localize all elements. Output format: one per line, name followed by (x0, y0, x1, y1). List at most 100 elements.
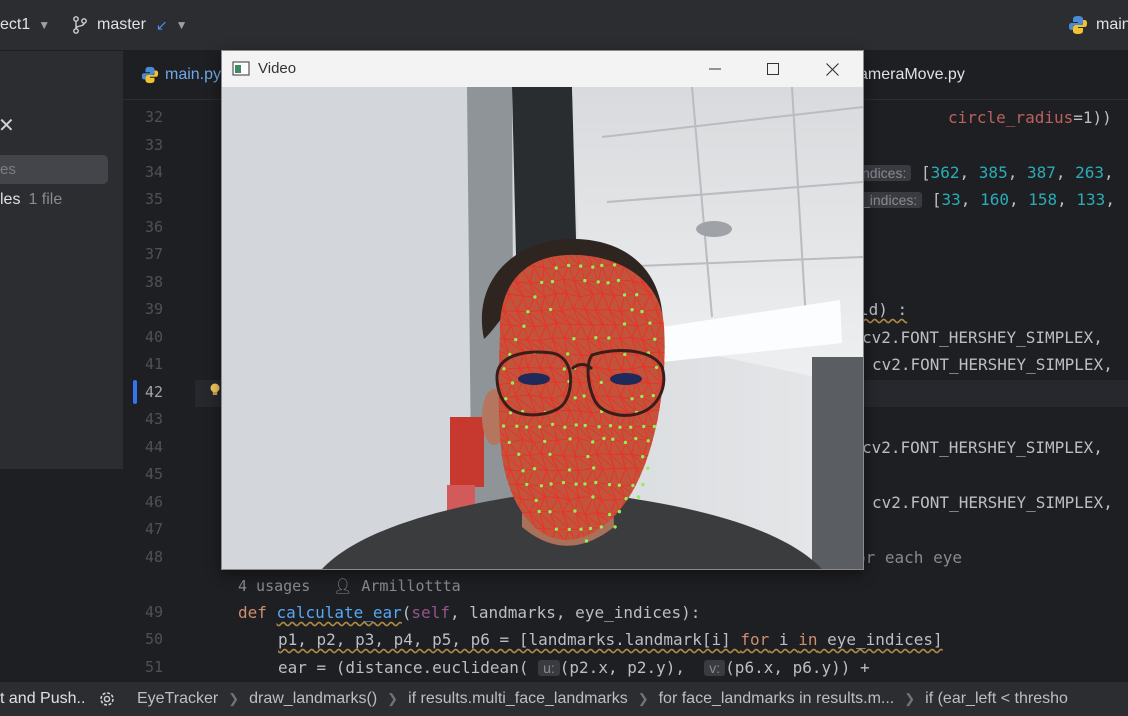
tab-cameramove-py[interactable]: ameraMove.py (859, 51, 965, 99)
user-icon: 👤︎ (333, 577, 353, 595)
landmark-point (606, 281, 610, 285)
files-label: les (0, 191, 21, 208)
line-number: 33 (144, 136, 163, 154)
tab-main-py[interactable]: main.py (141, 51, 221, 99)
landmark-point (567, 468, 572, 472)
landmark-point (631, 483, 635, 488)
landmark-point (640, 394, 644, 399)
code-line-41: cv2.FONT_HERSHEY_SIMPLEX, (872, 355, 1113, 374)
left-wall (222, 87, 467, 569)
landmark-point (521, 469, 525, 473)
code-line-40: cv2.FONT_HERSHEY_SIMPLEX, (862, 328, 1103, 347)
landmark-point (573, 509, 577, 513)
landmark-point (583, 278, 587, 283)
title-bar: ect1 ▼ master ↙ ▼ main (0, 0, 1128, 51)
collapse-icon[interactable]: ✕ (0, 113, 15, 138)
close-button[interactable] (803, 51, 861, 87)
landmark-point (612, 263, 617, 267)
landmark-point (554, 266, 558, 270)
landmark-point (641, 482, 645, 487)
landmark-point (566, 263, 571, 268)
landmark-point (539, 484, 544, 488)
breadcrumb-item[interactable]: for face_landmarks in results.m... (659, 690, 895, 708)
breadcrumb-item[interactable]: draw_landmarks() (249, 690, 377, 708)
inlay-hint: _indices: (857, 192, 923, 208)
branch-selector[interactable]: master ↙ ▼ (72, 0, 188, 50)
landmark-point (634, 436, 638, 441)
landmark-point (504, 397, 508, 401)
landmark-point (651, 393, 655, 398)
landmark-point (591, 495, 595, 499)
landmark-point (607, 482, 612, 487)
project-selector[interactable]: ect1 ▼ (0, 0, 50, 50)
landmark-point (567, 527, 571, 532)
landmark-point (549, 482, 553, 486)
landmark-point (599, 525, 603, 529)
code-line-34: ndices: [362, 385, 387, 263, (857, 163, 1114, 182)
landmark-point (622, 322, 627, 326)
project-name: ect1 (0, 16, 31, 33)
landmark-point (642, 424, 646, 429)
landmark-point (616, 278, 621, 283)
landmark-point (648, 321, 652, 325)
line-number: 34 (144, 163, 163, 181)
usages-link[interactable]: 4 usages (238, 577, 310, 595)
chevron-down-icon: ▼ (175, 18, 188, 32)
gear-icon[interactable] (97, 682, 117, 716)
line-number: 42 (144, 383, 163, 401)
landmark-point (510, 381, 515, 385)
landmark-point (508, 411, 513, 415)
branch-name: master (97, 16, 146, 33)
landmark-point (572, 337, 576, 341)
tab-label: ameraMove.py (859, 66, 965, 83)
breadcrumb-item[interactable]: EyeTracker (137, 690, 218, 708)
chevron-right-icon: ❯ (637, 691, 649, 706)
lightbulb-icon[interactable] (209, 383, 221, 397)
breadcrumb-item[interactable]: if results.multi_face_landmarks (408, 690, 628, 708)
landmark-point (654, 365, 659, 370)
minimize-button[interactable] (686, 51, 744, 87)
code-line-35: _indices: [33, 160, 158, 133, (857, 190, 1115, 209)
landmark-point (562, 367, 566, 371)
changed-files-group[interactable]: les 1 file (0, 191, 62, 209)
landmark-point (583, 423, 587, 428)
landmark-point (507, 440, 511, 445)
breadcrumb-item[interactable]: if (ear_left < thresho (925, 690, 1068, 708)
line-number: 32 (144, 108, 163, 126)
chevron-right-icon: ❯ (228, 691, 240, 706)
landmark-point (525, 482, 529, 487)
line-number: 41 (144, 355, 163, 373)
landmark-point (579, 527, 583, 531)
window-app-icon (232, 61, 250, 76)
video-window-titlebar[interactable]: Video (222, 51, 863, 87)
fire-extinguisher-box (450, 417, 484, 487)
line-number: 49 (144, 603, 163, 621)
maximize-button[interactable] (744, 51, 802, 87)
inlay-hint: v: (704, 660, 726, 676)
run-config-selector[interactable]: main (1068, 0, 1128, 50)
code-lens[interactable]: 4 usages 👤︎ Armillottta (238, 577, 461, 595)
code-line-51: ear = (distance.euclidean( u: (p2.x, p2.y… (278, 658, 870, 677)
landmark-point (522, 324, 526, 328)
chevron-right-icon: ❯ (904, 691, 916, 706)
line-number: 38 (144, 273, 163, 291)
landmark-point (548, 452, 552, 456)
commit-and-push-button[interactable]: t and Push.. (0, 682, 85, 716)
landmark-point (592, 466, 596, 470)
landmark-point (613, 525, 617, 529)
landmark-point (537, 509, 541, 514)
landmark-point (652, 424, 657, 429)
landmark-point (579, 264, 583, 268)
landmark-point (582, 394, 586, 398)
maximize-icon (767, 63, 779, 75)
search-input[interactable]: es (0, 155, 108, 184)
line-number: 35 (144, 190, 163, 208)
close-icon (825, 62, 839, 76)
landmark-point (561, 480, 566, 485)
inlay-hint: ndices: (857, 165, 912, 181)
video-window[interactable]: Video (221, 50, 864, 570)
line-number: 47 (144, 520, 163, 538)
line-number: 45 (144, 465, 163, 483)
landmark-point (573, 396, 577, 400)
tab-label: main.py (165, 66, 222, 83)
